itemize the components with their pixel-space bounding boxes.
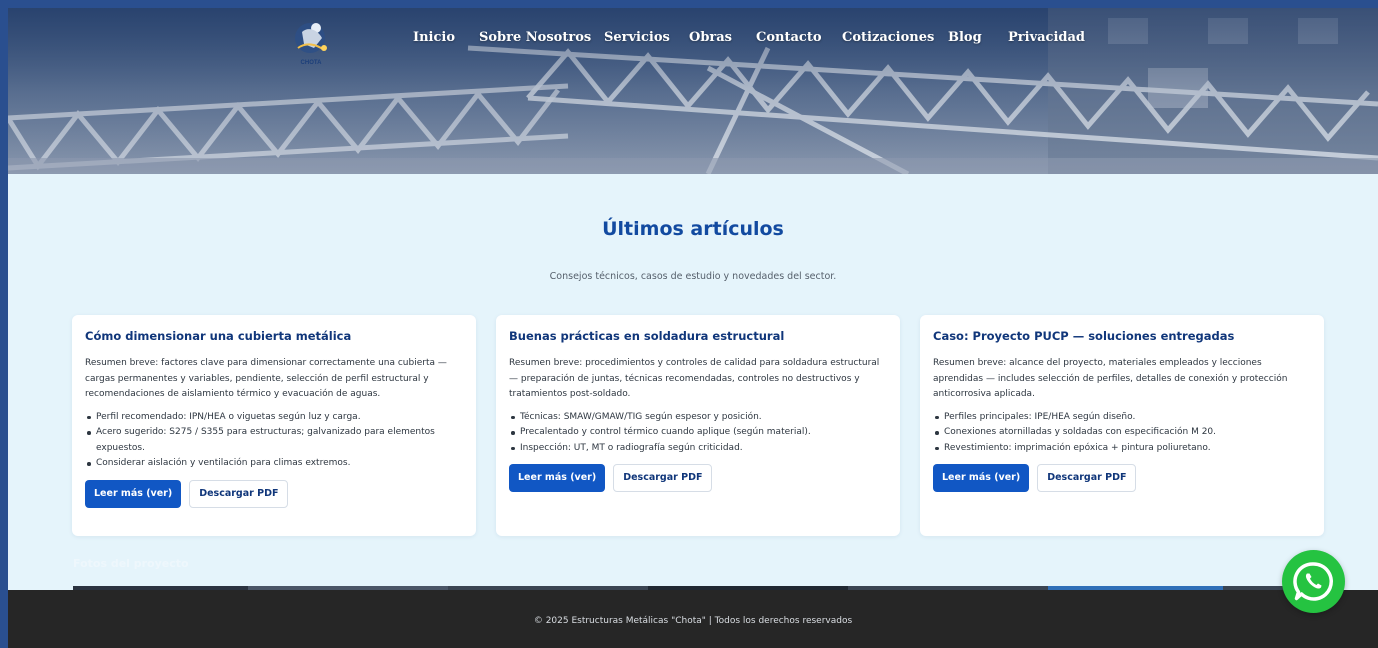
list-item: Técnicas: SMAW/GMAW/TIG según espesor y …: [509, 410, 887, 426]
download-pdf-button[interactable]: Descargar PDF: [1037, 464, 1137, 492]
download-pdf-button[interactable]: Descargar PDF: [613, 464, 713, 492]
article-actions: Leer más (ver) Descargar PDF: [85, 479, 463, 508]
article-summary: Resumen breve: alcance del proyecto, mat…: [933, 358, 1288, 399]
nav-item-contacto[interactable]: Contacto: [756, 30, 822, 45]
download-pdf-button[interactable]: Descargar PDF: [189, 479, 289, 508]
article-card: Caso: Proyecto PUCP — soluciones entrega…: [920, 315, 1324, 536]
list-item: Perfil recomendado: IPN/HEA o viguetas s…: [85, 410, 463, 426]
photos-section-title: Fotos del proyecto: [73, 557, 189, 570]
list-item: Conexiones atornilladas y soldadas con e…: [933, 425, 1311, 441]
list-item: Perfiles principales: IPE/HEA según dise…: [933, 410, 1311, 426]
section-subtitle: Consejos técnicos, casos de estudio y no…: [549, 271, 837, 282]
welder-logo-icon: CHOTA: [295, 23, 327, 66]
list-item: Inspección: UT, MT o radiografía según c…: [509, 441, 887, 457]
section-title: Últimos artículos: [602, 218, 784, 240]
nav-item-blog[interactable]: Blog: [948, 30, 982, 45]
article-title[interactable]: Cómo dimensionar una cubierta metálica: [85, 329, 463, 343]
article-bullets: Perfiles principales: IPE/HEA según dise…: [933, 410, 1311, 457]
article-card: Buenas prácticas en soldadura estructura…: [496, 315, 900, 536]
article-summary: Resumen breve: procedimientos y controle…: [509, 358, 880, 399]
article-title[interactable]: Caso: Proyecto PUCP — soluciones entrega…: [933, 329, 1311, 343]
article-title[interactable]: Buenas prácticas en soldadura estructura…: [509, 329, 887, 343]
read-more-button[interactable]: Leer más (ver): [85, 479, 182, 508]
article-bullets: Perfil recomendado: IPN/HEA o viguetas s…: [85, 410, 463, 472]
read-more-button[interactable]: Leer más (ver): [509, 464, 606, 492]
nav-item-obras[interactable]: Obras: [689, 30, 732, 45]
logo-text: CHOTA: [301, 60, 323, 66]
nav-item-servicios[interactable]: Servicios: [604, 30, 670, 45]
site-logo[interactable]: CHOTA: [286, 18, 336, 66]
article-summary: Resumen breve: factores clave para dimen…: [85, 358, 447, 399]
article-actions: Leer más (ver) Descargar PDF: [933, 464, 1311, 492]
nav-item-sobre-nosotros[interactable]: Sobre Nosotros: [479, 30, 591, 45]
list-item: Precalentado y control térmico cuando ap…: [509, 425, 887, 441]
footer-copyright: © 2025 Estructuras Metálicas "Chota" | T…: [533, 616, 853, 626]
read-more-button[interactable]: Leer más (ver): [933, 464, 1030, 492]
page: CHOTA Inicio Sobre Nosotros Servicios Ob…: [8, 8, 1378, 648]
nav-item-cotizaciones[interactable]: Cotizaciones: [842, 30, 934, 45]
article-bullets: Técnicas: SMAW/GMAW/TIG según espesor y …: [509, 410, 887, 457]
list-item: Revestimiento: imprimación epóxica + pin…: [933, 441, 1311, 457]
whatsapp-icon: [1293, 562, 1333, 601]
article-card: Cómo dimensionar una cubierta metálica R…: [72, 315, 476, 536]
list-item: Considerar aislación y ventilación para …: [85, 456, 463, 472]
article-actions: Leer más (ver) Descargar PDF: [509, 464, 887, 492]
whatsapp-button[interactable]: [1282, 550, 1345, 613]
list-item: Acero sugerido: S275 / S355 para estruct…: [85, 425, 463, 456]
hero-header: CHOTA Inicio Sobre Nosotros Servicios Ob…: [8, 8, 1378, 174]
nav-item-privacidad[interactable]: Privacidad: [1008, 30, 1085, 45]
nav-item-inicio[interactable]: Inicio: [413, 30, 455, 45]
